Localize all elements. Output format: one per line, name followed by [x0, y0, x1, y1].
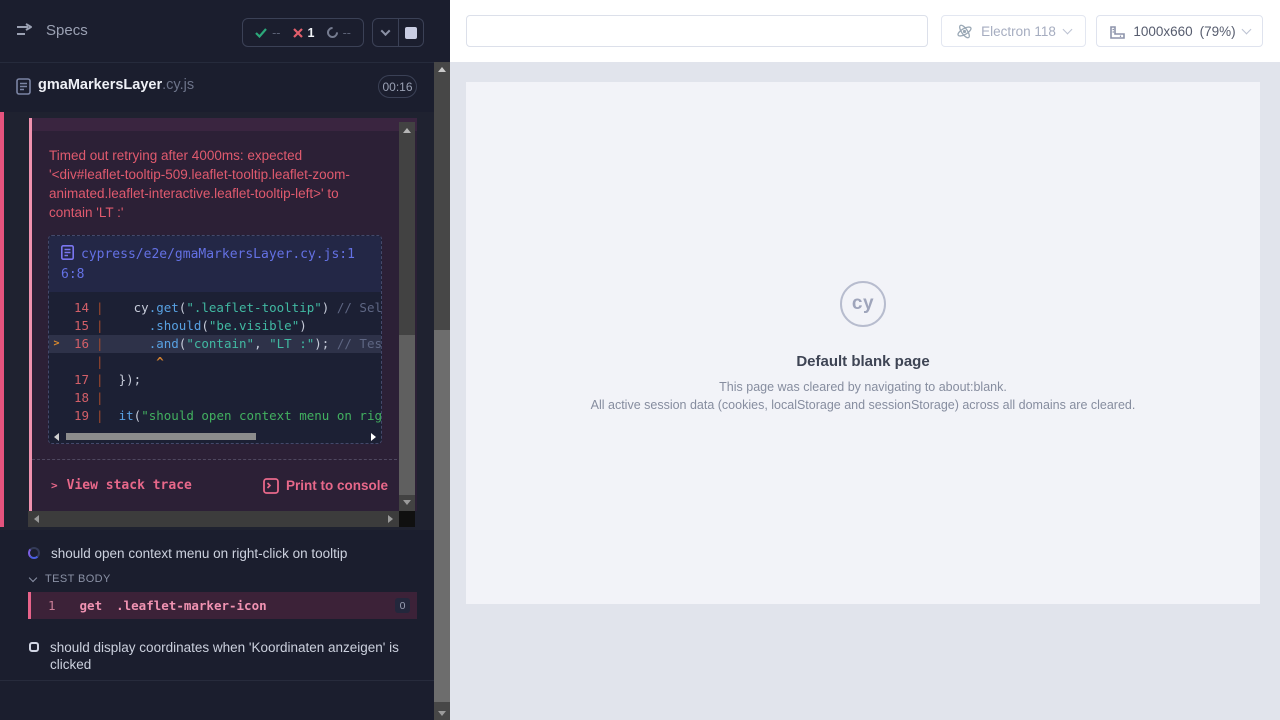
- chevron-right-icon: >: [51, 479, 58, 492]
- error-message: Timed out retrying after 4000ms: expecte…: [49, 146, 403, 222]
- command-number: 1: [48, 598, 56, 613]
- x-icon: [293, 28, 303, 38]
- aut-viewport: cy Default blank page This page was clea…: [466, 82, 1260, 604]
- electron-icon: [956, 23, 973, 40]
- refresh-icon: [324, 25, 340, 41]
- code-line: 18|: [49, 389, 381, 407]
- specs-menu-icon[interactable]: [16, 23, 36, 39]
- stat-pending: --: [327, 26, 351, 40]
- code-line: 15| .should("be.visible"): [49, 317, 381, 335]
- scroll-thumb[interactable]: [399, 335, 415, 495]
- blank-page-line2: All active session data (cookies, localS…: [466, 398, 1260, 412]
- blank-page-line1: This page was cleared by navigating to a…: [466, 380, 1260, 394]
- chevron-down-icon: [1241, 24, 1251, 34]
- scroll-left-icon: [34, 515, 39, 523]
- code-line: | ^: [49, 353, 381, 371]
- scroll-up-icon: [403, 128, 411, 133]
- scrollbar-corner: [399, 511, 415, 527]
- command-name: get: [80, 598, 103, 613]
- code-frame-header[interactable]: cypress/e2e/gmaMarkersLayer.cy.js:16:8: [49, 236, 381, 292]
- test-item-context-menu[interactable]: should open context menu on right-click …: [28, 545, 418, 562]
- test-title: should open context menu on right-click …: [51, 545, 347, 562]
- ruler-icon: [1109, 23, 1126, 40]
- cypress-logo: cy: [840, 281, 886, 327]
- code-line: 19| it("should open context menu on righ: [49, 407, 381, 425]
- test-body-label: TEST BODY: [45, 573, 111, 585]
- viewport-size-label: 1000x660: [1133, 24, 1192, 39]
- browser-topbar: Electron 118 1000x660 (79%): [450, 0, 1280, 62]
- spec-name: gmaMarkersLayer.cy.js: [38, 77, 194, 93]
- console-icon: [263, 478, 279, 494]
- spec-timer-badge: 00:16: [378, 75, 417, 98]
- default-blank-page: cy Default blank page This page was clea…: [466, 281, 1260, 412]
- test-item-coordinates[interactable]: should display coordinates when 'Koordin…: [29, 639, 407, 673]
- test-pending-square-icon: [29, 642, 39, 652]
- url-input[interactable]: [466, 15, 928, 47]
- failed-attempt-region: Timed out retrying after 4000ms: expecte…: [0, 112, 434, 530]
- stat-failed: 1: [293, 26, 315, 40]
- error-box: Timed out retrying after 4000ms: expecte…: [29, 118, 417, 511]
- attempt-v-scrollbar[interactable]: [399, 122, 415, 511]
- stat-passed: --: [255, 26, 280, 40]
- viewport-size-button[interactable]: 1000x660 (79%): [1096, 15, 1263, 47]
- print-to-console-button[interactable]: Print to console: [263, 478, 388, 494]
- viewport-zoom-label: (79%): [1200, 24, 1236, 39]
- sidebar-scrollbar[interactable]: [434, 62, 450, 720]
- spec-file-icon: [16, 78, 32, 96]
- error-message-line: animated.leaflet-interactive.leaflet-too…: [49, 184, 403, 203]
- code-h-scrollbar[interactable]: [49, 430, 381, 443]
- divider: [0, 680, 434, 681]
- code-line: 17| });: [49, 371, 381, 389]
- code-lines: 14| cy.get(".leaflet-tooltip") // Sele15…: [49, 292, 381, 430]
- spec-row[interactable]: gmaMarkersLayer.cy.js 00:16: [0, 63, 434, 111]
- error-footer: >View stack trace Print to console: [32, 459, 402, 511]
- command-count-badge: 0: [395, 598, 410, 613]
- scroll-down-icon: [438, 711, 446, 716]
- check-icon: [255, 28, 267, 38]
- stop-button[interactable]: [398, 19, 424, 46]
- chevron-down-icon: [380, 26, 390, 36]
- scroll-right-icon: [371, 433, 376, 441]
- code-file-icon: [61, 245, 74, 260]
- failed-attempt-border: [0, 112, 4, 527]
- scroll-left-icon: [54, 433, 59, 441]
- chevron-down-icon: [1062, 24, 1072, 34]
- code-line: >16| .and("contain", "LT :"); // Test: [49, 335, 381, 353]
- specs-title: Specs: [46, 22, 88, 39]
- code-frame: cypress/e2e/gmaMarkersLayer.cy.js:16:8 1…: [48, 235, 382, 444]
- test-body-toggle[interactable]: TEST BODY: [30, 573, 111, 585]
- scroll-down-icon: [403, 500, 411, 505]
- scroll-thumb[interactable]: [434, 330, 450, 702]
- attempt-h-scrollbar[interactable]: [28, 511, 399, 527]
- stage-background: cy Default blank page This page was clea…: [450, 62, 1280, 720]
- code-line: 14| cy.get(".leaflet-tooltip") // Sele: [49, 299, 381, 317]
- spec-ext: .cy.js: [162, 77, 194, 93]
- command-row-get[interactable]: 1 get .leaflet-marker-icon 0: [28, 592, 417, 619]
- error-header-band: [32, 118, 417, 131]
- test-title: should display coordinates when 'Koordin…: [50, 639, 407, 673]
- sidebar: Specs -- 1 --: [0, 0, 450, 720]
- scroll-thumb[interactable]: [66, 433, 256, 440]
- error-message-line: Timed out retrying after 4000ms: expecte…: [49, 146, 403, 165]
- collapse-chevron-button[interactable]: [373, 19, 398, 46]
- blank-page-title: Default blank page: [466, 353, 1260, 370]
- run-controls: [372, 18, 424, 47]
- command-selector: .leaflet-marker-icon: [116, 598, 267, 613]
- view-stack-trace-link[interactable]: >View stack trace: [51, 478, 192, 493]
- test-running-spinner-icon: [28, 547, 40, 559]
- scroll-right-icon: [388, 515, 393, 523]
- error-message-line: '<div#leaflet-tooltip-509.leaflet-toolti…: [49, 165, 403, 184]
- sidebar-header: Specs -- 1 --: [0, 0, 450, 62]
- error-message-line: contain 'LT :': [49, 203, 403, 222]
- test-stats: -- 1 --: [242, 18, 364, 47]
- cypress-app: Specs -- 1 --: [0, 0, 1280, 720]
- scroll-up-icon: [438, 67, 446, 72]
- stop-icon: [405, 27, 417, 39]
- chevron-down-icon: [29, 573, 37, 581]
- browser-select[interactable]: Electron 118: [941, 15, 1086, 47]
- code-frame-path: cypress/e2e/gmaMarkersLayer.cy.js:16:8: [61, 247, 355, 282]
- browser-label: Electron 118: [981, 24, 1056, 39]
